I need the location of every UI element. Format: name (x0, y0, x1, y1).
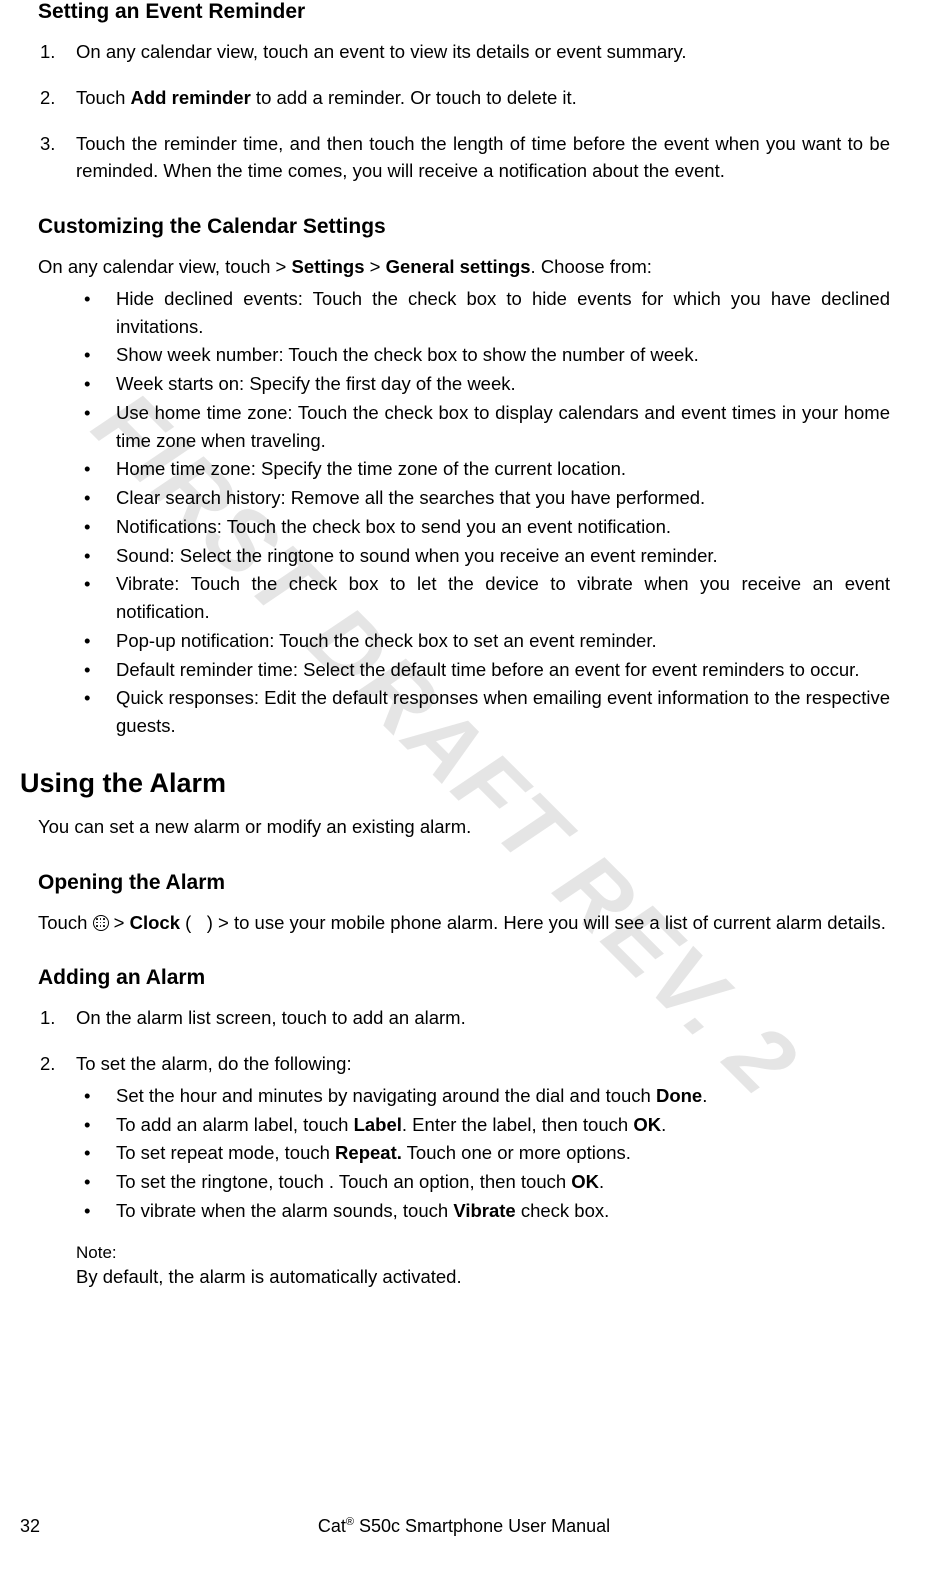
ordered-list-reminder: On any calendar view, touch an event to … (38, 38, 890, 185)
text: to add a reminder. Or touch to delete it… (251, 87, 577, 108)
list-item: Quick responses: Edit the default respon… (38, 684, 890, 740)
paragraph: On any calendar view, touch > Settings >… (38, 253, 890, 281)
list-item: Touch the reminder time, and then touch … (38, 130, 890, 186)
ordered-list-alarm: On the alarm list screen, touch to add a… (38, 1004, 890, 1224)
bold-text: OK (571, 1171, 599, 1192)
text: check box. (516, 1200, 610, 1221)
heading-customizing: Customizing the Calendar Settings (38, 215, 890, 239)
list-item: Sound: Select the ringtone to sound when… (38, 542, 890, 570)
bullet-list-settings: Hide declined events: Touch the check bo… (38, 285, 890, 740)
text: > (364, 256, 385, 277)
list-item: Week starts on: Specify the first day of… (38, 370, 890, 398)
bullet-list-alarm-steps: Set the hour and minutes by navigating a… (76, 1082, 890, 1225)
list-item: To add an alarm label, touch Label. Ente… (76, 1111, 890, 1139)
list-item: To set repeat mode, touch Repeat. Touch … (76, 1139, 890, 1167)
list-item: To vibrate when the alarm sounds, touch … (76, 1197, 890, 1225)
bold-text: Add reminder (131, 87, 251, 108)
bold-text: Clock (130, 912, 180, 933)
bold-text: Done (656, 1085, 702, 1106)
bold-text: Label (354, 1114, 402, 1135)
footer-title: Cat® S50c Smartphone User Manual (0, 1516, 928, 1537)
text: . Enter the label, then touch (402, 1114, 633, 1135)
bold-text: OK (633, 1114, 661, 1135)
text: To add an alarm label, touch (116, 1114, 354, 1135)
list-item: To set the alarm, do the following: Set … (38, 1050, 890, 1225)
text: ( (180, 912, 191, 933)
heading-opening-alarm: Opening the Alarm (38, 871, 890, 895)
list-item: Home time zone: Specify the time zone of… (38, 455, 890, 483)
text: . Choose from: (531, 256, 652, 277)
list-item: Hide declined events: Touch the check bo… (38, 285, 890, 341)
bold-text: General settings (386, 256, 531, 277)
text: S50c Smartphone User Manual (354, 1516, 610, 1536)
text: On any calendar view, touch > (38, 256, 292, 277)
list-item: Default reminder time: Select the defaul… (38, 656, 890, 684)
text: To set the ringtone, touch . Touch an op… (116, 1171, 571, 1192)
list-item: Touch Add reminder to add a reminder. Or… (38, 84, 890, 112)
list-item: Set the hour and minutes by navigating a… (76, 1082, 890, 1110)
text: . (702, 1085, 707, 1106)
list-item: Show week number: Touch the check box to… (38, 341, 890, 369)
list-item: Vibrate: Touch the check box to let the … (38, 570, 890, 626)
note-body: By default, the alarm is automatically a… (76, 1263, 890, 1291)
bold-text: Vibrate (453, 1200, 515, 1221)
list-item: Pop-up notification: Touch the check box… (38, 627, 890, 655)
text: . (599, 1171, 604, 1192)
text: > (109, 912, 130, 933)
list-item: On the alarm list screen, touch to add a… (38, 1004, 890, 1032)
heading-adding-alarm: Adding an Alarm (38, 966, 890, 990)
list-item: To set the ringtone, touch . Touch an op… (76, 1168, 890, 1196)
bold-text: Settings (292, 256, 365, 277)
page-footer: 32 Cat® S50c Smartphone User Manual (0, 1516, 928, 1537)
heading-setting-reminder: Setting an Event Reminder (38, 0, 890, 24)
heading-using-alarm: Using the Alarm (20, 768, 890, 799)
text: To set the alarm, do the following: (76, 1053, 352, 1074)
bold-text: Repeat. (335, 1142, 402, 1163)
text: Cat (318, 1516, 346, 1536)
text: . (661, 1114, 666, 1135)
text: Set the hour and minutes by navigating a… (116, 1085, 656, 1106)
text: To vibrate when the alarm sounds, touch (116, 1200, 453, 1221)
paragraph: Touch > Clock ( ) > to use your mobile p… (38, 909, 890, 937)
list-item: Notifications: Touch the check box to se… (38, 513, 890, 541)
list-item: On any calendar view, touch an event to … (38, 38, 890, 66)
list-item: Use home time zone: Touch the check box … (38, 399, 890, 455)
text: Touch (38, 912, 93, 933)
apps-grid-icon (93, 915, 109, 931)
text: ) > to use your mobile phone alarm. Here… (207, 912, 886, 933)
text: Touch one or more options. (402, 1142, 631, 1163)
list-item: Clear search history: Remove all the sea… (38, 484, 890, 512)
text: Touch (76, 87, 131, 108)
paragraph: You can set a new alarm or modify an exi… (38, 813, 890, 841)
registered-mark: ® (346, 1516, 354, 1528)
text: To set repeat mode, touch (116, 1142, 335, 1163)
note-label: Note: (76, 1243, 890, 1263)
